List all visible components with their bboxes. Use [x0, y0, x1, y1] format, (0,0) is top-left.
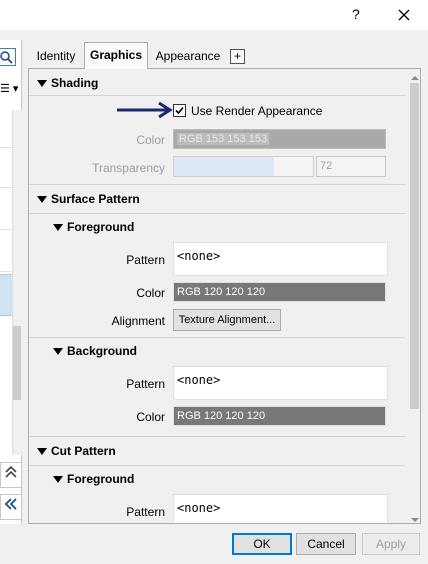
use-render-appearance-checkbox[interactable]: [173, 104, 186, 117]
menu-icon[interactable]: ☰ ▾: [0, 82, 22, 98]
divider: [29, 95, 405, 96]
apply-button[interactable]: Apply: [362, 533, 420, 555]
transparency-value-field: 72: [316, 156, 386, 177]
scroll-down-icon[interactable]: [410, 513, 420, 522]
collapse-triangle-icon[interactable]: [37, 80, 47, 88]
surface-bg-pattern-field[interactable]: <none>: [173, 366, 388, 400]
cancel-button[interactable]: Cancel: [296, 533, 356, 555]
annotation-arrow-icon: [115, 100, 175, 120]
section-surface-pattern[interactable]: Surface Pattern: [37, 192, 413, 206]
divider: [29, 465, 405, 466]
shading-color-value: RGB 153 153 153: [177, 133, 270, 145]
left-scrollbar[interactable]: [12, 110, 22, 455]
transparency-slider-fill: [174, 157, 275, 176]
surface-fg-alignment-label: Alignment: [111, 314, 165, 328]
divider: [29, 436, 405, 437]
section-shading-label: Shading: [51, 76, 99, 90]
shading-color-field: RGB 153 153 153: [173, 129, 386, 149]
collapse-triangle-icon[interactable]: [53, 476, 63, 484]
expand-left-icon[interactable]: [0, 494, 22, 520]
collapse-triangle-icon[interactable]: [37, 196, 47, 204]
panel-scrollbar-thumb[interactable]: [410, 83, 419, 409]
section-shading[interactable]: Shading: [37, 76, 413, 90]
section-cut-pattern[interactable]: Cut Pattern: [37, 444, 413, 458]
tab-appearance[interactable]: Appearance: [150, 44, 226, 68]
surface-bg-pattern-label: Pattern: [126, 377, 165, 391]
close-icon[interactable]: [394, 5, 414, 25]
surface-fg-color-field[interactable]: RGB 120 120 120: [173, 282, 386, 302]
add-tab-button[interactable]: +: [230, 49, 245, 64]
divider: [29, 184, 405, 185]
surface-fg-pattern-label: Pattern: [126, 253, 165, 267]
subsection-surface-background-label: Background: [67, 344, 138, 358]
surface-bg-pattern-value: <none>: [177, 373, 221, 387]
collapse-triangle-icon[interactable]: [37, 448, 47, 456]
surface-fg-color-label: Color: [136, 286, 165, 300]
list-item-selected[interactable]: [0, 274, 12, 316]
shading-color-label: Color: [136, 133, 165, 147]
tab-identity[interactable]: Identity: [30, 44, 82, 68]
subsection-cut-foreground[interactable]: Foreground: [53, 472, 420, 486]
left-scrollbar-thumb[interactable]: [13, 326, 21, 400]
scroll-up-icon[interactable]: [410, 71, 420, 80]
subsection-cut-foreground-label: Foreground: [67, 472, 135, 486]
divider: [29, 213, 405, 214]
collapse-triangle-icon[interactable]: [53, 348, 63, 356]
surface-fg-pattern-field[interactable]: <none>: [173, 242, 388, 276]
collapse-up-icon[interactable]: [0, 462, 22, 488]
search-icon[interactable]: [0, 48, 16, 66]
section-cut-pattern-label: Cut Pattern: [51, 444, 116, 458]
cut-fg-pattern-value: <none>: [177, 501, 221, 515]
transparency-slider: [173, 156, 314, 177]
cut-fg-pattern-label: Pattern: [126, 505, 165, 519]
title-bar: [0, 0, 428, 30]
subsection-surface-background[interactable]: Background: [53, 344, 420, 358]
section-surface-pattern-label: Surface Pattern: [51, 192, 140, 206]
surface-bg-color-label: Color: [136, 410, 165, 424]
transparency-label: Transparency: [92, 161, 165, 175]
subsection-surface-foreground-label: Foreground: [67, 220, 135, 234]
help-icon[interactable]: ?: [352, 6, 360, 22]
ok-button[interactable]: OK: [232, 533, 292, 555]
tab-graphics[interactable]: Graphics: [84, 42, 148, 69]
graphics-panel: Shading Use Render Appearance Color RGB …: [28, 68, 421, 524]
surface-bg-color-field[interactable]: RGB 120 120 120: [173, 406, 386, 426]
divider: [29, 337, 405, 338]
surface-fg-pattern-value: <none>: [177, 249, 221, 263]
collapse-triangle-icon[interactable]: [53, 224, 63, 232]
cut-fg-pattern-field[interactable]: <none>: [173, 494, 388, 523]
texture-alignment-button[interactable]: Texture Alignment...: [173, 309, 281, 331]
use-render-appearance-label[interactable]: Use Render Appearance: [191, 104, 322, 118]
subsection-surface-foreground[interactable]: Foreground: [53, 220, 420, 234]
